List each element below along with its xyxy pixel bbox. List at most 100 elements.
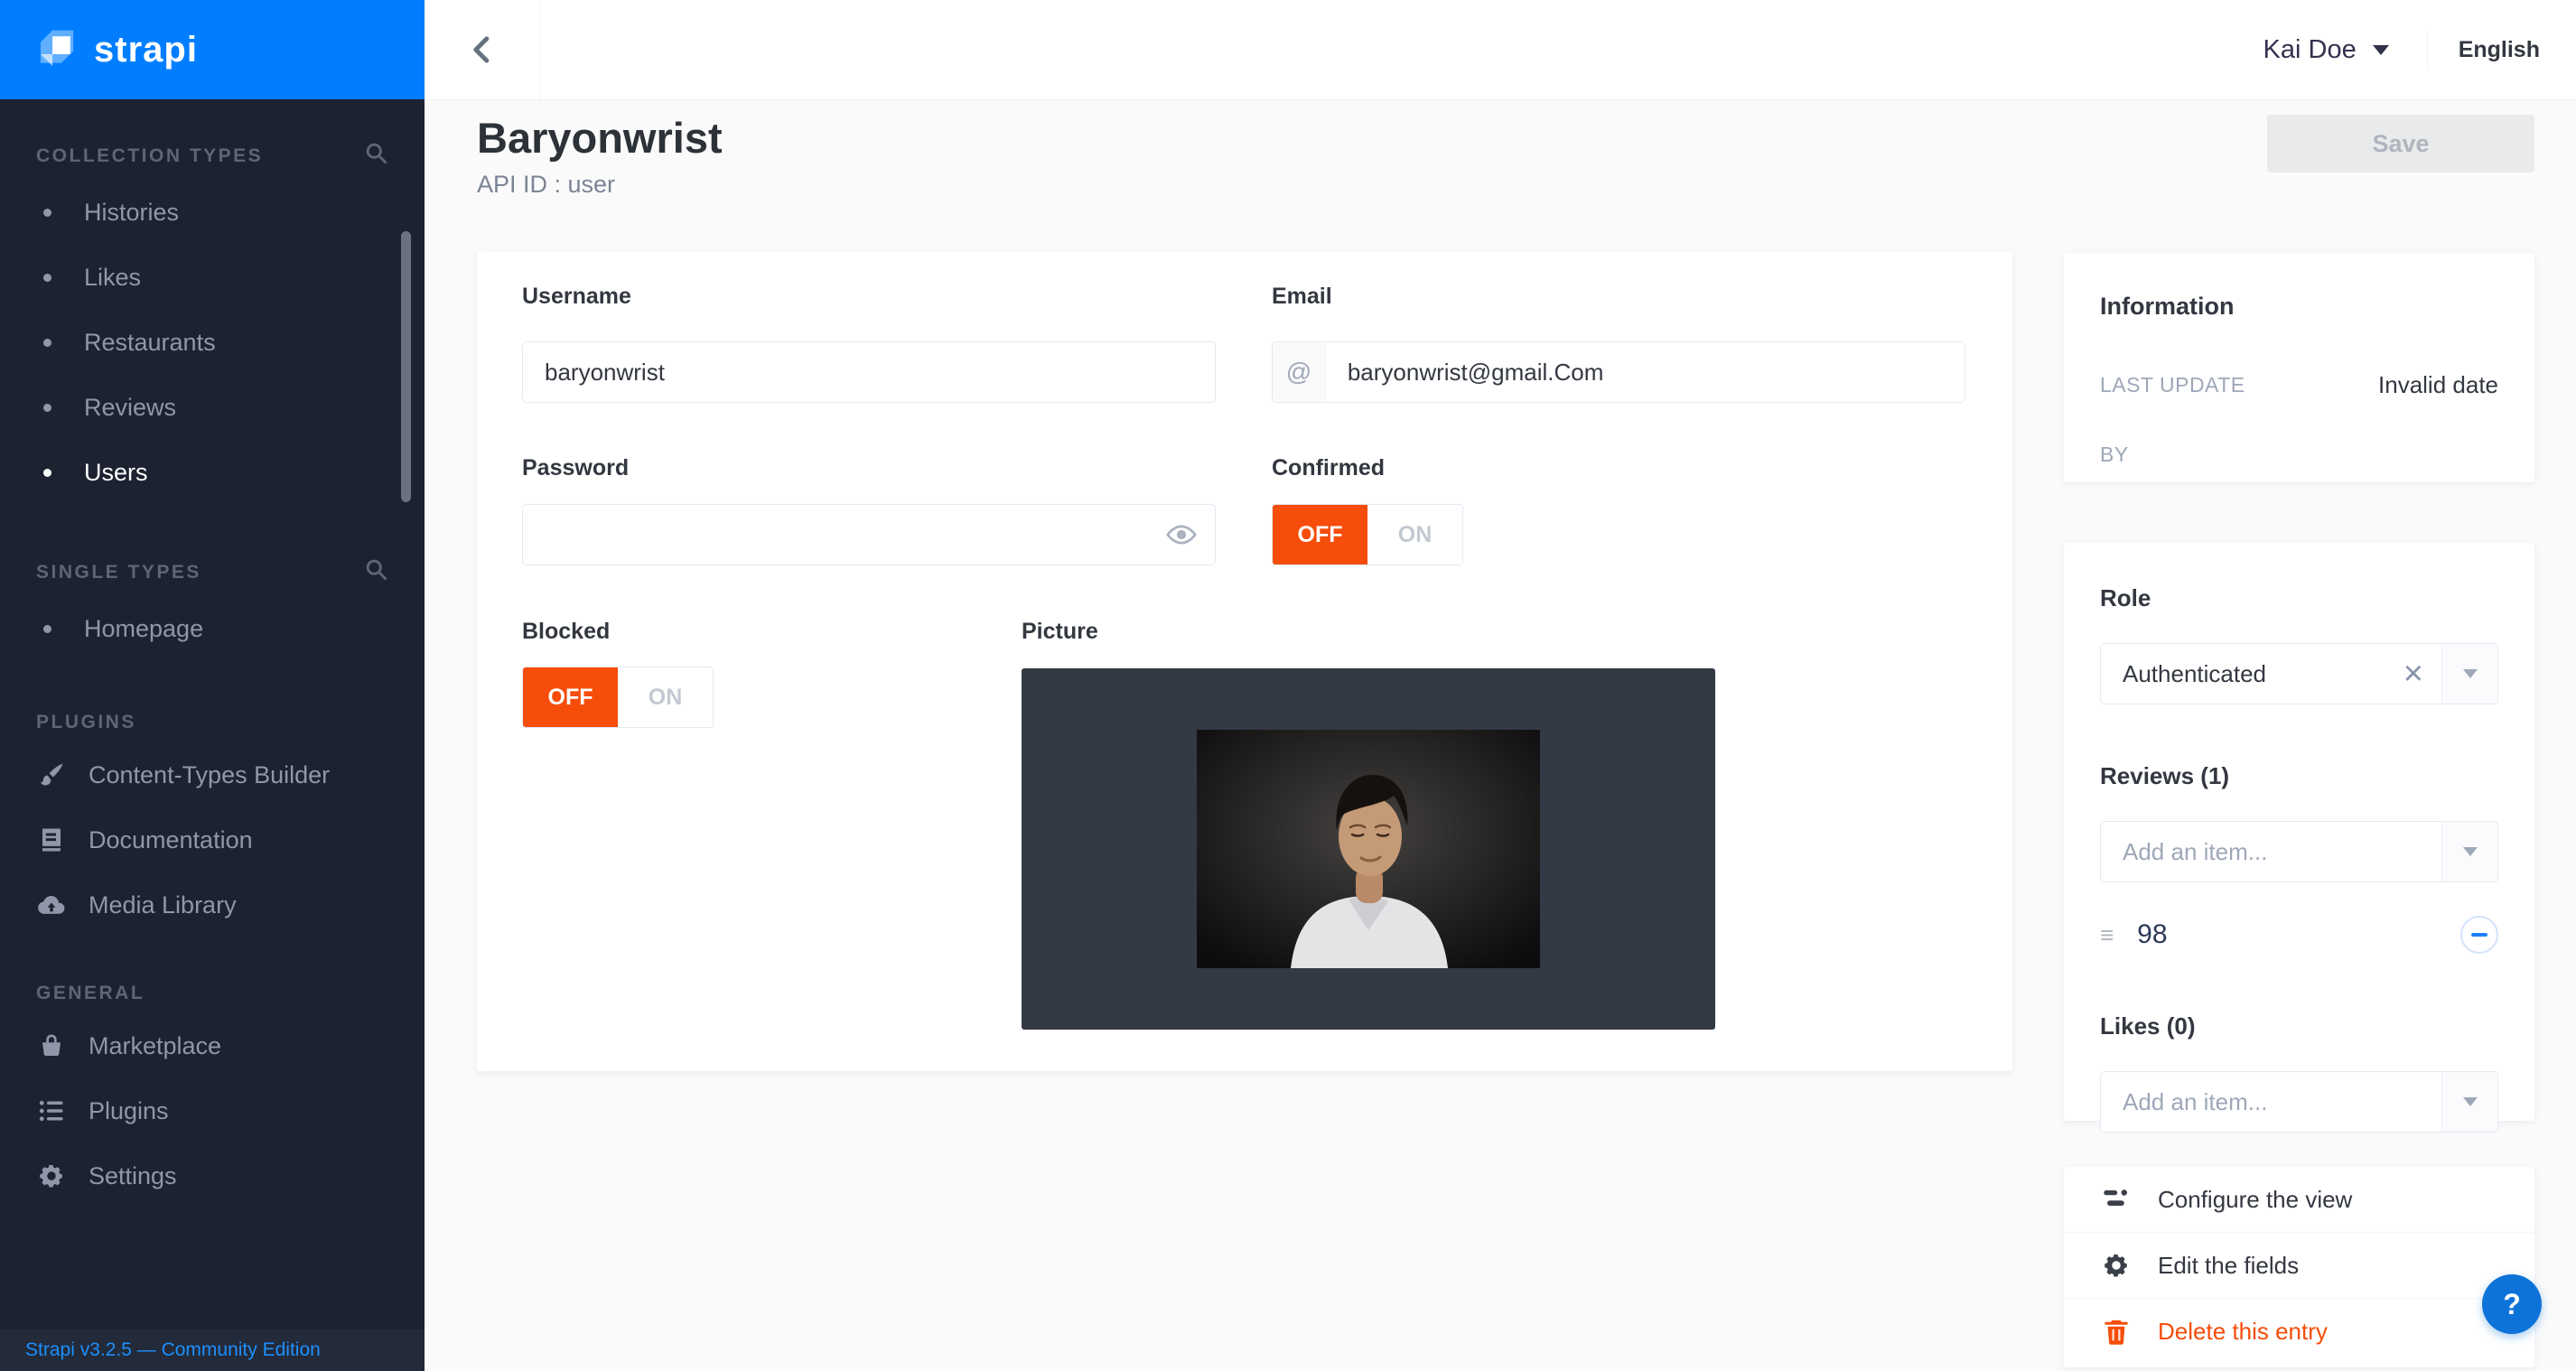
help-button[interactable]: ? bbox=[2482, 1274, 2542, 1334]
likes-label: Likes (0) bbox=[2100, 1012, 2498, 1040]
edit-fields-label: Edit the fields bbox=[2158, 1252, 2299, 1280]
sidebar-item-documentation[interactable]: Documentation bbox=[36, 807, 388, 872]
delete-entry-button[interactable]: Delete this entry bbox=[2064, 1299, 2534, 1365]
password-field-wrap bbox=[522, 504, 1216, 565]
information-title: Information bbox=[2100, 293, 2498, 321]
page-title: Baryonwrist bbox=[477, 113, 723, 163]
username-label: Username bbox=[522, 284, 631, 310]
reviews-item-value[interactable]: 98 bbox=[2137, 919, 2460, 950]
edit-form-card: Username Email @ Password Confirmed bbox=[477, 251, 2012, 1071]
user-photo bbox=[1197, 730, 1540, 968]
sidebar-item-restaurants[interactable]: Restaurants bbox=[36, 310, 388, 375]
sidebar-item-label: Reviews bbox=[84, 394, 176, 422]
sidebar-scrollbar[interactable] bbox=[401, 231, 411, 502]
section-plugins: PLUGINS bbox=[36, 712, 388, 733]
search-icon[interactable] bbox=[364, 141, 388, 171]
sidebar-item-label: Homepage bbox=[84, 615, 203, 643]
toggle-on-segment[interactable]: ON bbox=[618, 667, 713, 727]
sidebar-item-label: Marketplace bbox=[89, 1032, 221, 1060]
sidebar-item-label: Restaurants bbox=[84, 329, 216, 357]
language-selector[interactable]: English bbox=[2459, 37, 2540, 63]
toggle-off-segment[interactable]: OFF bbox=[1273, 505, 1367, 564]
sidebar: strapi COLLECTION TYPES Histories Likes … bbox=[0, 0, 425, 1371]
strapi-admin-app: strapi COLLECTION TYPES Histories Likes … bbox=[0, 0, 2576, 1371]
role-select-caret[interactable] bbox=[2441, 644, 2497, 704]
reviews-add-select[interactable]: Add an item... bbox=[2100, 821, 2498, 882]
section-general: GENERAL bbox=[36, 983, 388, 1004]
section-label: SINGLE TYPES bbox=[36, 562, 201, 583]
logo-text: strapi bbox=[94, 30, 198, 70]
likes-select-caret[interactable] bbox=[2441, 1072, 2497, 1132]
likes-add-select[interactable]: Add an item... bbox=[2100, 1071, 2498, 1133]
general-list: Marketplace Plugins bbox=[36, 1013, 388, 1208]
basket-icon bbox=[36, 1032, 67, 1059]
blocked-label: Blocked bbox=[522, 619, 610, 645]
bullet-icon bbox=[43, 404, 51, 412]
drag-handle-icon[interactable]: ≡ bbox=[2100, 921, 2114, 949]
minus-icon bbox=[2471, 933, 2487, 937]
reviews-item-row: ≡ 98 bbox=[2100, 909, 2498, 960]
back-button[interactable] bbox=[425, 0, 540, 99]
sidebar-item-label: Documentation bbox=[89, 826, 253, 854]
sidebar-item-likes[interactable]: Likes bbox=[36, 245, 388, 310]
username-field-wrap bbox=[522, 341, 1216, 403]
paintbrush-icon bbox=[36, 761, 67, 788]
sidebar-item-label: Plugins bbox=[89, 1097, 169, 1125]
sidebar-item-homepage[interactable]: Homepage bbox=[36, 596, 388, 661]
sidebar-item-histories[interactable]: Histories bbox=[36, 180, 388, 245]
strapi-logo-icon bbox=[36, 29, 78, 70]
at-icon: @ bbox=[1273, 342, 1326, 402]
cloud-upload-icon bbox=[36, 893, 67, 917]
sidebar-item-content-types-builder[interactable]: Content-Types Builder bbox=[36, 742, 388, 807]
information-card: Information LAST UPDATE Invalid date BY bbox=[2064, 253, 2534, 482]
username-input[interactable] bbox=[523, 342, 1215, 402]
section-label: PLUGINS bbox=[36, 712, 136, 733]
eye-icon[interactable] bbox=[1166, 505, 1197, 564]
clear-icon[interactable]: × bbox=[2385, 657, 2441, 691]
email-input[interactable] bbox=[1326, 342, 1965, 402]
strapi-logo[interactable]: strapi bbox=[0, 0, 425, 99]
reviews-placeholder: Add an item... bbox=[2101, 838, 2441, 866]
section-single-types: SINGLE TYPES bbox=[36, 557, 388, 587]
by-label: BY bbox=[2100, 443, 2129, 467]
sidebar-item-plugins[interactable]: Plugins bbox=[36, 1078, 388, 1143]
sidebar-item-media-library[interactable]: Media Library bbox=[36, 872, 388, 937]
layout-icon bbox=[2100, 1187, 2133, 1212]
chevron-left-icon bbox=[469, 34, 496, 65]
sidebar-item-label: Users bbox=[84, 459, 148, 487]
confirmed-label: Confirmed bbox=[1272, 455, 1385, 481]
toggle-on-segment[interactable]: ON bbox=[1367, 505, 1462, 564]
chevron-down-icon bbox=[2463, 1097, 2478, 1106]
password-input[interactable] bbox=[523, 505, 1215, 564]
sidebar-item-marketplace[interactable]: Marketplace bbox=[36, 1013, 388, 1078]
remove-item-button[interactable] bbox=[2460, 916, 2498, 954]
toggle-off-segment[interactable]: OFF bbox=[523, 667, 618, 727]
gear-icon bbox=[36, 1162, 67, 1189]
role-value: Authenticated bbox=[2101, 660, 2385, 688]
role-select[interactable]: Authenticated × bbox=[2100, 643, 2498, 704]
blocked-toggle[interactable]: OFF ON bbox=[522, 667, 714, 728]
delete-entry-label: Delete this entry bbox=[2158, 1318, 2328, 1346]
book-icon bbox=[36, 826, 67, 853]
role-label: Role bbox=[2100, 584, 2498, 612]
chevron-down-icon bbox=[2463, 847, 2478, 856]
user-menu[interactable]: Kai Doe bbox=[2263, 35, 2389, 65]
reviews-label: Reviews (1) bbox=[2100, 762, 2498, 790]
picture-label: Picture bbox=[1022, 619, 1098, 645]
save-button[interactable]: Save bbox=[2267, 115, 2534, 173]
configure-view-button[interactable]: Configure the view bbox=[2064, 1167, 2534, 1233]
user-name: Kai Doe bbox=[2263, 35, 2357, 65]
search-icon[interactable] bbox=[364, 557, 388, 587]
list-icon bbox=[36, 1097, 67, 1124]
sidebar-item-reviews[interactable]: Reviews bbox=[36, 375, 388, 440]
sidebar-item-users[interactable]: Users bbox=[36, 440, 388, 505]
plugins-list: Content-Types Builder Documentation bbox=[36, 742, 388, 937]
reviews-select-caret[interactable] bbox=[2441, 822, 2497, 881]
confirmed-toggle[interactable]: OFF ON bbox=[1272, 504, 1463, 565]
bullet-icon bbox=[43, 209, 51, 217]
version-link[interactable]: Strapi v3.2.5 — Community Edition bbox=[25, 1339, 321, 1361]
edit-fields-button[interactable]: Edit the fields bbox=[2064, 1233, 2534, 1299]
sidebar-item-settings[interactable]: Settings bbox=[36, 1143, 388, 1208]
bullet-icon bbox=[43, 339, 51, 347]
picture-field[interactable] bbox=[1022, 668, 1715, 1030]
